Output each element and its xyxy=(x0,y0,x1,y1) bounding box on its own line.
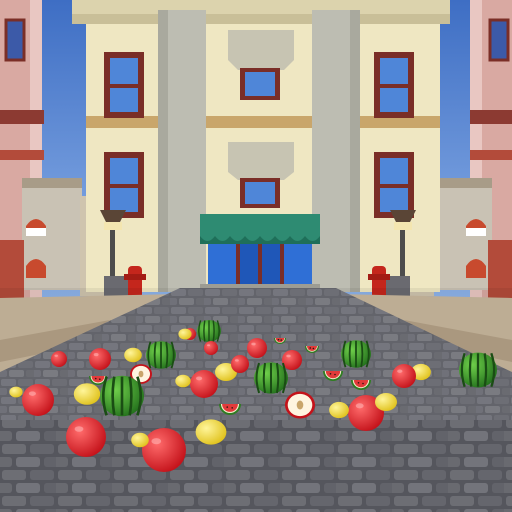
game-scene[interactable] xyxy=(0,0,512,512)
main-building xyxy=(72,0,450,292)
watermelon-fruit[interactable] xyxy=(197,319,221,343)
red-apple-fruit[interactable] xyxy=(204,341,218,355)
lemon-fruit[interactable] xyxy=(175,374,191,388)
apple-half-fruit[interactable] xyxy=(285,391,315,419)
watermelon-fruit[interactable] xyxy=(341,340,371,368)
watermelon-fruit[interactable] xyxy=(100,375,144,417)
watermelon-fruit[interactable] xyxy=(459,352,497,388)
lemon-fruit[interactable] xyxy=(9,386,23,398)
red-apple-fruit[interactable] xyxy=(142,428,186,472)
lemon-fruit[interactable] xyxy=(124,347,142,363)
lemon-fruit[interactable] xyxy=(178,328,192,340)
lemon-fruit[interactable] xyxy=(329,401,349,419)
lemon-fruit[interactable] xyxy=(375,393,397,411)
watermelon-fruit[interactable] xyxy=(254,362,288,394)
red-apple-fruit[interactable] xyxy=(392,364,416,388)
red-apple-fruit[interactable] xyxy=(22,384,54,416)
red-apple-fruit[interactable] xyxy=(89,348,111,370)
lemon-fruit[interactable] xyxy=(73,383,101,405)
red-apple-fruit[interactable] xyxy=(190,370,218,398)
red-apple-fruit[interactable] xyxy=(51,351,67,367)
red-apple-fruit[interactable] xyxy=(247,338,267,358)
lemon-fruit[interactable] xyxy=(195,419,227,445)
red-apple-fruit[interactable] xyxy=(66,417,106,457)
watermelon-fruit[interactable] xyxy=(146,341,176,369)
red-apple-fruit[interactable] xyxy=(231,355,249,373)
lemon-fruit[interactable] xyxy=(131,432,149,448)
